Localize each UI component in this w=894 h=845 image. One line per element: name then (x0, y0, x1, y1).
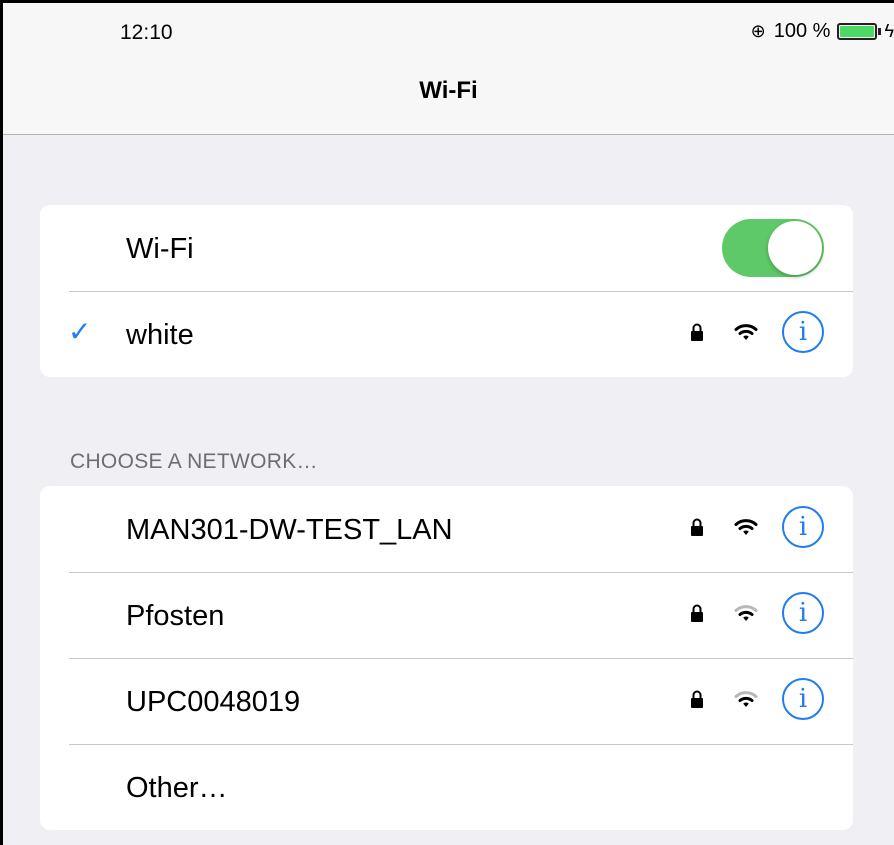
network-row[interactable]: Pfosten i (40, 572, 853, 658)
network-name: Pfosten (126, 600, 225, 632)
status-time: 12:10 (120, 21, 173, 44)
info-button[interactable]: i (782, 311, 824, 353)
settings-screen: 12:10 ⊕ 100 % ϟ Wi-Fi Wi-Fi ✓ white i CH… (0, 0, 894, 845)
wifi-signal-icon (734, 691, 758, 707)
wifi-toggle-switch[interactable] (722, 219, 824, 277)
wifi-signal-icon (734, 519, 758, 535)
network-icons: i (690, 506, 824, 548)
connected-network-row[interactable]: ✓ white i (40, 291, 853, 377)
battery-tip (878, 28, 882, 35)
lock-icon (691, 518, 703, 536)
wifi-toggle-row: Wi-Fi (40, 205, 853, 291)
wifi-signal-icon (734, 324, 758, 340)
network-row[interactable]: UPC0048019 i (40, 658, 853, 744)
toggle-knob (768, 221, 822, 275)
network-icons: i (690, 678, 824, 720)
info-button[interactable]: i (782, 592, 824, 634)
battery-percent: 100 % (773, 20, 831, 42)
network-name: white (126, 319, 194, 351)
wifi-group: Wi-Fi ✓ white i (40, 205, 853, 377)
networks-group: MAN301-DW-TEST_LAN i Pfosten i UPC004801… (40, 486, 853, 830)
lock-icon (691, 690, 703, 708)
status-right: ⊕ 100 % ϟ (751, 20, 894, 43)
wifi-signal-icon (734, 605, 758, 621)
bolt-icon: ϟ (884, 21, 894, 41)
network-icons: i (690, 592, 824, 634)
other-label: Other… (126, 772, 228, 804)
network-row[interactable]: MAN301-DW-TEST_LAN i (40, 486, 853, 572)
info-button[interactable]: i (782, 506, 824, 548)
lock-icon (691, 323, 703, 341)
info-button[interactable]: i (782, 678, 824, 720)
page-title: Wi-Fi (419, 77, 478, 104)
wifi-toggle-label: Wi-Fi (126, 233, 194, 265)
network-icons: i (690, 311, 824, 353)
network-name: UPC0048019 (126, 686, 301, 718)
other-network-row[interactable]: Other… (40, 744, 853, 830)
battery-icon (837, 23, 878, 40)
rotation-lock-icon: ⊕ (750, 21, 766, 41)
lock-icon (691, 604, 703, 622)
section-header: CHOOSE A NETWORK… (70, 450, 318, 473)
network-name: MAN301-DW-TEST_LAN (126, 514, 453, 546)
header: 12:10 ⊕ 100 % ϟ Wi-Fi (3, 3, 894, 135)
checkmark-icon: ✓ (68, 316, 92, 347)
battery-fill (840, 26, 875, 37)
